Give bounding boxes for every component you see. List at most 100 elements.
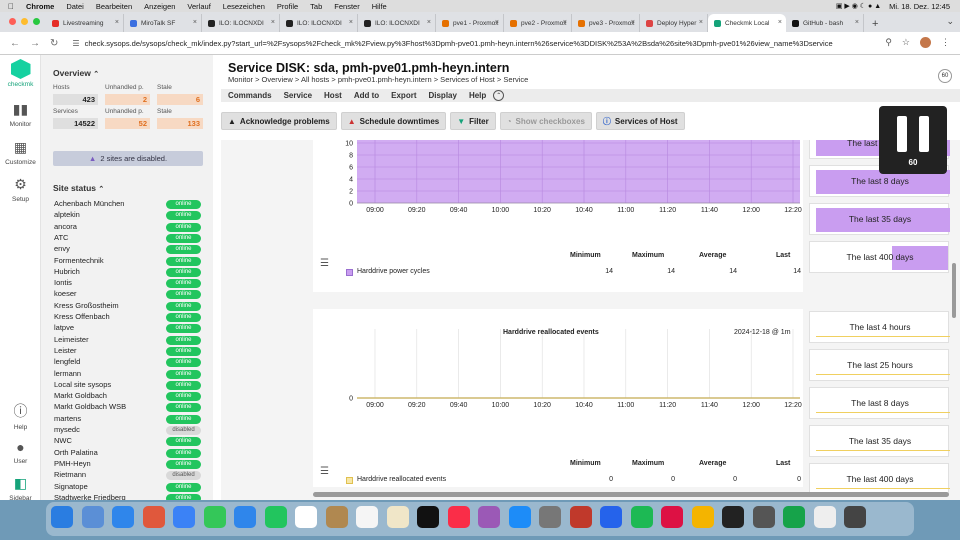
site-name[interactable]: alptekin xyxy=(54,210,80,219)
site-info-icon[interactable]: ☰ xyxy=(72,39,79,48)
site-name[interactable]: latpve xyxy=(54,323,74,332)
acknowledge-problems-button[interactable]: ▲ Acknowledge problems xyxy=(221,112,337,130)
browser-tab[interactable]: pve1 - Proxmox × xyxy=(436,14,504,32)
menu-item[interactable]: Hilfe xyxy=(372,2,387,11)
menu-add-to[interactable]: Add to xyxy=(354,91,379,100)
menu-item[interactable]: Verlauf xyxy=(187,2,210,11)
bookmark-star-icon[interactable]: ☆ xyxy=(902,37,910,48)
browser-menu-icon[interactable]: ⋮ xyxy=(941,37,950,48)
browser-tab[interactable]: ILO: ILOCNXDI × xyxy=(202,14,280,32)
close-window-button[interactable] xyxy=(9,18,16,25)
site-status-badge[interactable]: online xyxy=(166,403,201,413)
site-status-badge[interactable]: online xyxy=(166,233,201,243)
dock-app-icon[interactable] xyxy=(325,506,348,528)
browser-tab[interactable]: ILO: ILOCNXDI × xyxy=(358,14,436,32)
timeframe-thumbnail[interactable]: The last 8 days xyxy=(809,387,950,419)
site-name[interactable]: lengfeld xyxy=(54,357,80,366)
timeframe-thumbnail[interactable]: The last 25 hours xyxy=(809,349,950,381)
apple-icon[interactable]:  xyxy=(8,2,14,11)
browser-tab[interactable]: MiroTalk SF × xyxy=(124,14,202,32)
dock-app-icon[interactable] xyxy=(142,506,165,528)
site-status-badge[interactable]: online xyxy=(166,256,201,266)
site-name[interactable]: ATC xyxy=(54,233,68,242)
browser-tab[interactable]: ILO: ILOCNXDI × xyxy=(280,14,358,32)
new-tab-button[interactable]: + xyxy=(872,18,878,30)
site-status-badge[interactable]: online xyxy=(166,301,201,311)
dock-app-icon[interactable] xyxy=(386,506,409,528)
site-status-badge[interactable]: online xyxy=(166,380,201,390)
site-status-badge[interactable]: online xyxy=(166,324,201,334)
site-name[interactable]: PMH-Heyn xyxy=(54,459,91,468)
site-status-badge[interactable]: disabled xyxy=(166,471,201,481)
hosts-unhandled-count[interactable]: 2 xyxy=(105,94,150,105)
graph-menu-icon[interactable]: ☰ xyxy=(320,466,329,477)
site-status-badge[interactable]: online xyxy=(166,200,201,209)
refresh-countdown[interactable]: 60 xyxy=(938,69,952,83)
site-status-badge[interactable]: online xyxy=(166,459,201,469)
checkmk-logo[interactable]: checkmk xyxy=(0,59,41,88)
site-status-badge[interactable]: online xyxy=(166,482,201,492)
timeframe-thumbnail[interactable]: The last 4 hours xyxy=(809,311,950,343)
close-tab-icon[interactable]: × xyxy=(699,19,703,26)
overview-snapin-header[interactable]: Overview ⌃ xyxy=(53,68,99,78)
site-name[interactable]: lermann xyxy=(54,369,81,378)
dock-app-icon[interactable] xyxy=(752,506,775,528)
site-name[interactable]: martens xyxy=(54,414,81,423)
dock-app-icon[interactable] xyxy=(295,506,317,528)
menu-app-name[interactable]: Chrome xyxy=(26,2,54,11)
dock-app-icon[interactable] xyxy=(661,506,683,528)
close-tab-icon[interactable]: × xyxy=(271,19,275,26)
browser-tab[interactable]: GitHub - bash × xyxy=(786,14,864,32)
graph-menu-icon[interactable]: ☰ xyxy=(320,258,329,269)
zoom-icon[interactable]: ⚲ xyxy=(885,37,892,48)
site-status-badge[interactable]: online xyxy=(166,448,201,458)
dock-app-icon[interactable] xyxy=(813,506,836,528)
tab-search-icon[interactable]: ⌄ xyxy=(946,16,954,27)
site-status-badge[interactable]: online xyxy=(166,267,201,277)
site-status-badge[interactable]: online xyxy=(166,335,201,345)
nav-sidebar[interactable]: ◧ Sidebar xyxy=(0,475,41,502)
site-name[interactable]: Kress Offenbach xyxy=(54,312,110,321)
site-name[interactable]: mysedc xyxy=(54,425,80,434)
dock-app-icon[interactable] xyxy=(447,506,470,528)
services-count[interactable]: 14522 xyxy=(53,118,98,129)
site-status-badge[interactable]: online xyxy=(166,279,201,289)
maximize-window-button[interactable] xyxy=(33,18,40,25)
browser-tab[interactable]: Checkmk Local × xyxy=(708,14,786,32)
site-name[interactable]: Leister xyxy=(54,346,77,355)
close-tab-icon[interactable]: × xyxy=(778,19,782,26)
timeframe-thumbnail[interactable]: The last 35 days xyxy=(809,425,950,457)
browser-tab[interactable]: Deploy Hyper × xyxy=(640,14,708,32)
site-name[interactable]: Formentechnik xyxy=(54,256,104,265)
url-field[interactable]: ☰ check.sysops.de/sysops/check_mk/index.… xyxy=(72,39,832,48)
nav-user[interactable]: ● User xyxy=(0,439,41,465)
browser-tab[interactable]: pve2 - Proxmox × xyxy=(504,14,572,32)
collapse-menu-icon[interactable]: ⌃ xyxy=(493,90,505,101)
dock-app-icon[interactable] xyxy=(539,506,561,528)
timeframe-thumbnail[interactable]: The last 35 days xyxy=(809,203,950,235)
site-name[interactable]: Signatope xyxy=(54,482,88,491)
dock-app-icon[interactable] xyxy=(691,506,714,528)
site-name[interactable]: Achenbach München xyxy=(54,199,124,208)
dock-app-icon[interactable] xyxy=(81,506,104,528)
site-name[interactable]: NWC xyxy=(54,436,72,445)
menu-item[interactable]: Lesezeichen xyxy=(223,2,265,11)
menu-service[interactable]: Service xyxy=(284,91,312,100)
profile-avatar[interactable] xyxy=(920,37,931,48)
site-name[interactable]: Markt Goldbach xyxy=(54,391,107,400)
schedule-downtimes-button[interactable]: ▲ Schedule downtimes xyxy=(340,112,447,130)
breadcrumb[interactable]: Monitor > Overview > All hosts > pmh-pve… xyxy=(228,75,528,84)
dock-app-icon[interactable] xyxy=(112,506,134,528)
site-name[interactable]: Rietmann xyxy=(54,470,86,479)
menu-commands[interactable]: Commands xyxy=(228,91,272,100)
horizontal-scrollbar[interactable] xyxy=(313,492,949,497)
services-unhandled-count[interactable]: 52 xyxy=(105,118,150,129)
close-tab-icon[interactable]: × xyxy=(349,19,353,26)
site-name[interactable]: Local site sysops xyxy=(54,380,111,389)
site-status-badge[interactable]: online xyxy=(166,346,201,356)
forward-icon[interactable]: → xyxy=(30,38,40,49)
browser-tab[interactable]: pve3 - Proxmox × xyxy=(572,14,640,32)
dock-app-icon[interactable] xyxy=(51,506,73,528)
dock-app-icon[interactable] xyxy=(844,506,866,528)
dock-app-icon[interactable] xyxy=(264,506,287,528)
